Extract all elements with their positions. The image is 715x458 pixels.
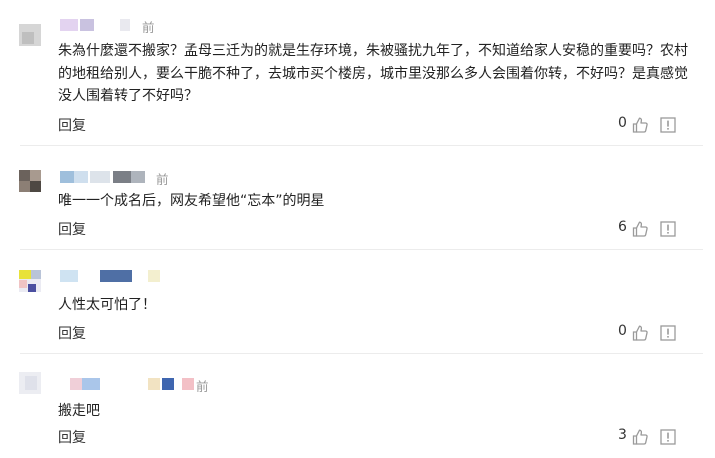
avatar[interactable] bbox=[19, 372, 41, 394]
reply-button[interactable]: 回复 bbox=[58, 427, 86, 447]
username-blur[interactable] bbox=[60, 270, 78, 282]
thumbs-up-icon[interactable] bbox=[631, 324, 649, 342]
avatar[interactable] bbox=[19, 170, 41, 192]
comment-item: 前 唯一一个成名后，网友希望他“忘本”的明星 回复 6 bbox=[0, 146, 715, 250]
thumbs-up-icon[interactable] bbox=[631, 220, 649, 238]
report-icon[interactable] bbox=[660, 325, 676, 341]
reply-button[interactable]: 回复 bbox=[58, 219, 86, 239]
comment-actions: 6 bbox=[618, 219, 680, 238]
comment-item: 前 搬走吧 回复 3 bbox=[0, 354, 715, 458]
like-count: 0 bbox=[618, 115, 627, 131]
reply-button[interactable]: 回复 bbox=[58, 115, 86, 135]
thumbs-up-icon[interactable] bbox=[631, 428, 649, 446]
comment-text: 朱為什麼還不搬家？孟母三迁为的就是生存环境，朱被骚扰九年了，不知道给家人安稳的重… bbox=[58, 43, 688, 104]
comment-time: 前 bbox=[142, 20, 155, 35]
username-blur[interactable] bbox=[60, 19, 78, 31]
comment-actions: 0 bbox=[618, 115, 680, 134]
avatar[interactable] bbox=[19, 270, 41, 292]
comment-text: 唯一一个成名后，网友希望他“忘本”的明星 bbox=[58, 193, 325, 209]
like-count: 0 bbox=[618, 323, 627, 339]
comment-item: 人性太可怕了！ 回复 0 bbox=[0, 250, 715, 354]
reply-button[interactable]: 回复 bbox=[58, 323, 86, 343]
avatar[interactable] bbox=[19, 24, 41, 46]
comment-actions: 0 bbox=[618, 323, 680, 342]
comment-text: 人性太可怕了！ bbox=[58, 297, 156, 313]
report-icon[interactable] bbox=[660, 221, 676, 237]
username-blur[interactable] bbox=[60, 171, 74, 183]
comment-text: 搬走吧 bbox=[58, 403, 100, 419]
like-count: 6 bbox=[618, 219, 627, 235]
comment-time: 前 bbox=[196, 379, 209, 394]
like-count: 3 bbox=[618, 427, 627, 443]
comment-item: 前 朱為什麼還不搬家？孟母三迁为的就是生存环境，朱被骚扰九年了，不知道给家人安稳… bbox=[0, 0, 715, 146]
report-icon[interactable] bbox=[660, 429, 676, 445]
thumbs-up-icon[interactable] bbox=[631, 116, 649, 134]
comment-time: 前 bbox=[156, 172, 169, 187]
report-icon[interactable] bbox=[660, 117, 676, 133]
comment-actions: 3 bbox=[618, 427, 680, 446]
